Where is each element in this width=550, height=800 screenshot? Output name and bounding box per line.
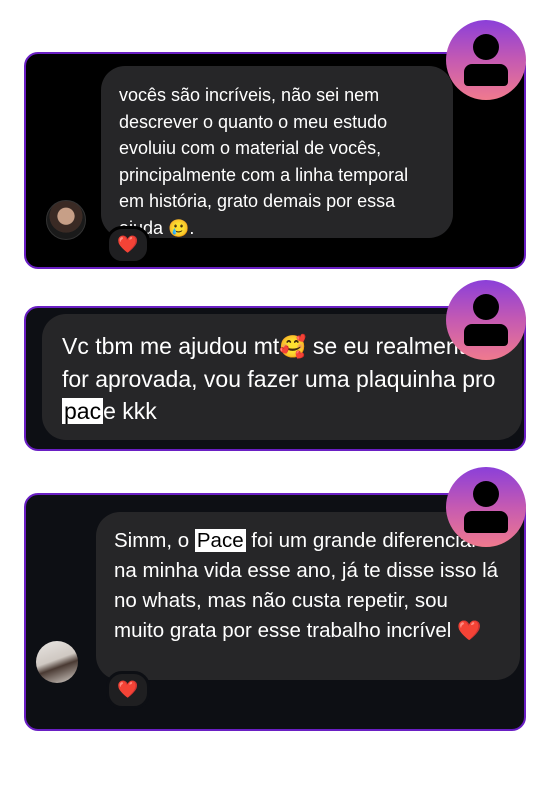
message-text: Simm, o	[114, 529, 195, 552]
user-profile-badge	[446, 467, 526, 547]
message-text-end: .	[189, 217, 195, 238]
user-profile-badge	[446, 280, 526, 360]
message-card-3: Simm, o Pace foi um grande diferencial n…	[24, 493, 526, 731]
emoji: 🥰	[279, 334, 307, 359]
heart-icon: ❤️	[117, 235, 139, 254]
user-silhouette-icon	[473, 481, 499, 507]
user-silhouette-icon	[473, 34, 499, 60]
message-bubble[interactable]: vocês são incríveis, não sei nem descrev…	[101, 66, 453, 238]
message-card-1: vocês são incríveis, não sei nem descrev…	[24, 52, 526, 269]
heart-emoji: ❤️	[456, 620, 482, 642]
emoji: 🥲	[168, 218, 190, 238]
message-text: vocês são incríveis, não sei nem descrev…	[119, 85, 409, 238]
message-text: Vc tbm me ajudou mt	[62, 333, 280, 359]
sender-avatar[interactable]	[46, 200, 86, 240]
message-text-end: e kkk	[103, 398, 157, 424]
message-bubble[interactable]: Simm, o Pace foi um grande diferencial n…	[96, 512, 520, 680]
sender-avatar[interactable]	[36, 641, 78, 683]
highlighted-text: Pace	[194, 529, 246, 552]
highlighted-text: pac	[62, 398, 104, 424]
user-silhouette-icon	[473, 294, 499, 320]
heart-icon: ❤️	[117, 680, 139, 699]
heart-reaction[interactable]: ❤️	[106, 226, 150, 264]
user-profile-badge	[446, 20, 526, 100]
heart-reaction[interactable]: ❤️	[106, 671, 150, 709]
